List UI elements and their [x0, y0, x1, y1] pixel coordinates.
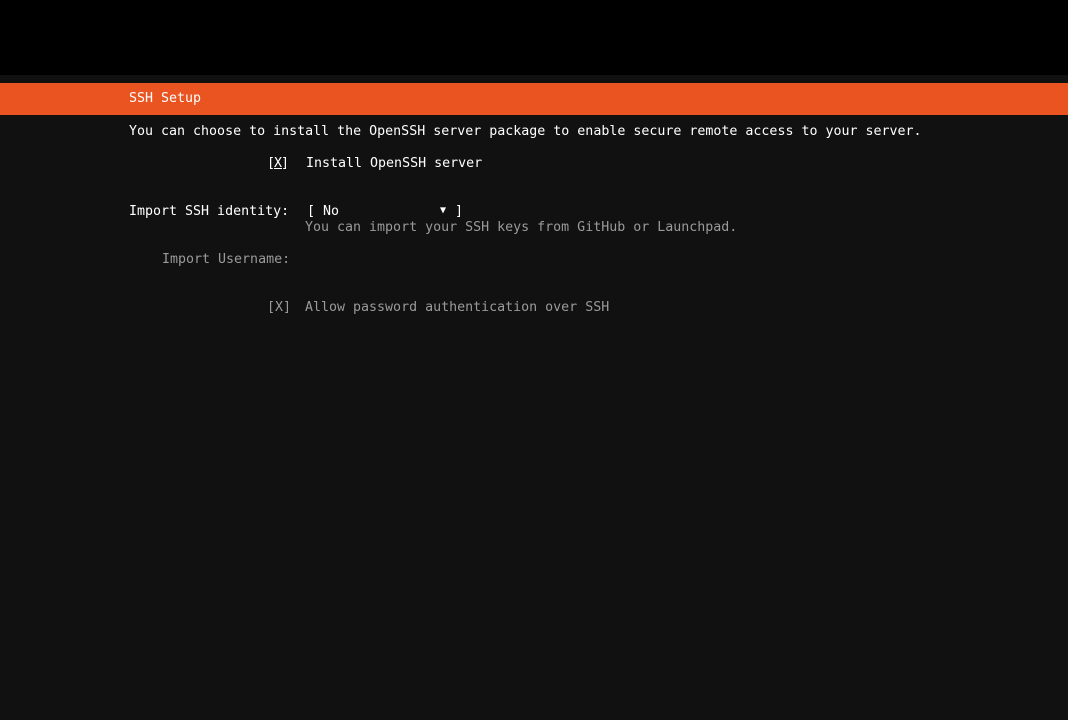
- password-auth-box: [X]: [267, 300, 292, 315]
- import-identity-label: Import SSH identity:: [129, 204, 290, 219]
- select-close-bracket: ]: [455, 204, 464, 219]
- checkbox-close-bracket: ]: [281, 156, 290, 171]
- installer-screen: SSH Setup You can choose to install the …: [0, 0, 1068, 720]
- intro-text: You can choose to install the OpenSSH se…: [129, 124, 922, 139]
- top-black-bar: [0, 0, 1068, 75]
- select-value: [ No: [307, 204, 340, 219]
- header-bar: SSH Setup: [0, 83, 1068, 115]
- page-title: SSH Setup: [129, 91, 202, 106]
- password-auth-label: Allow password authentication over SSH: [305, 300, 610, 315]
- import-identity-help: You can import your SSH keys from GitHub…: [305, 220, 738, 235]
- chevron-down-icon: ▼: [440, 205, 447, 216]
- content-area: [0, 75, 1068, 720]
- install-openssh-label: Install OpenSSH server: [306, 156, 483, 171]
- import-username-label: Import Username:: [162, 252, 291, 267]
